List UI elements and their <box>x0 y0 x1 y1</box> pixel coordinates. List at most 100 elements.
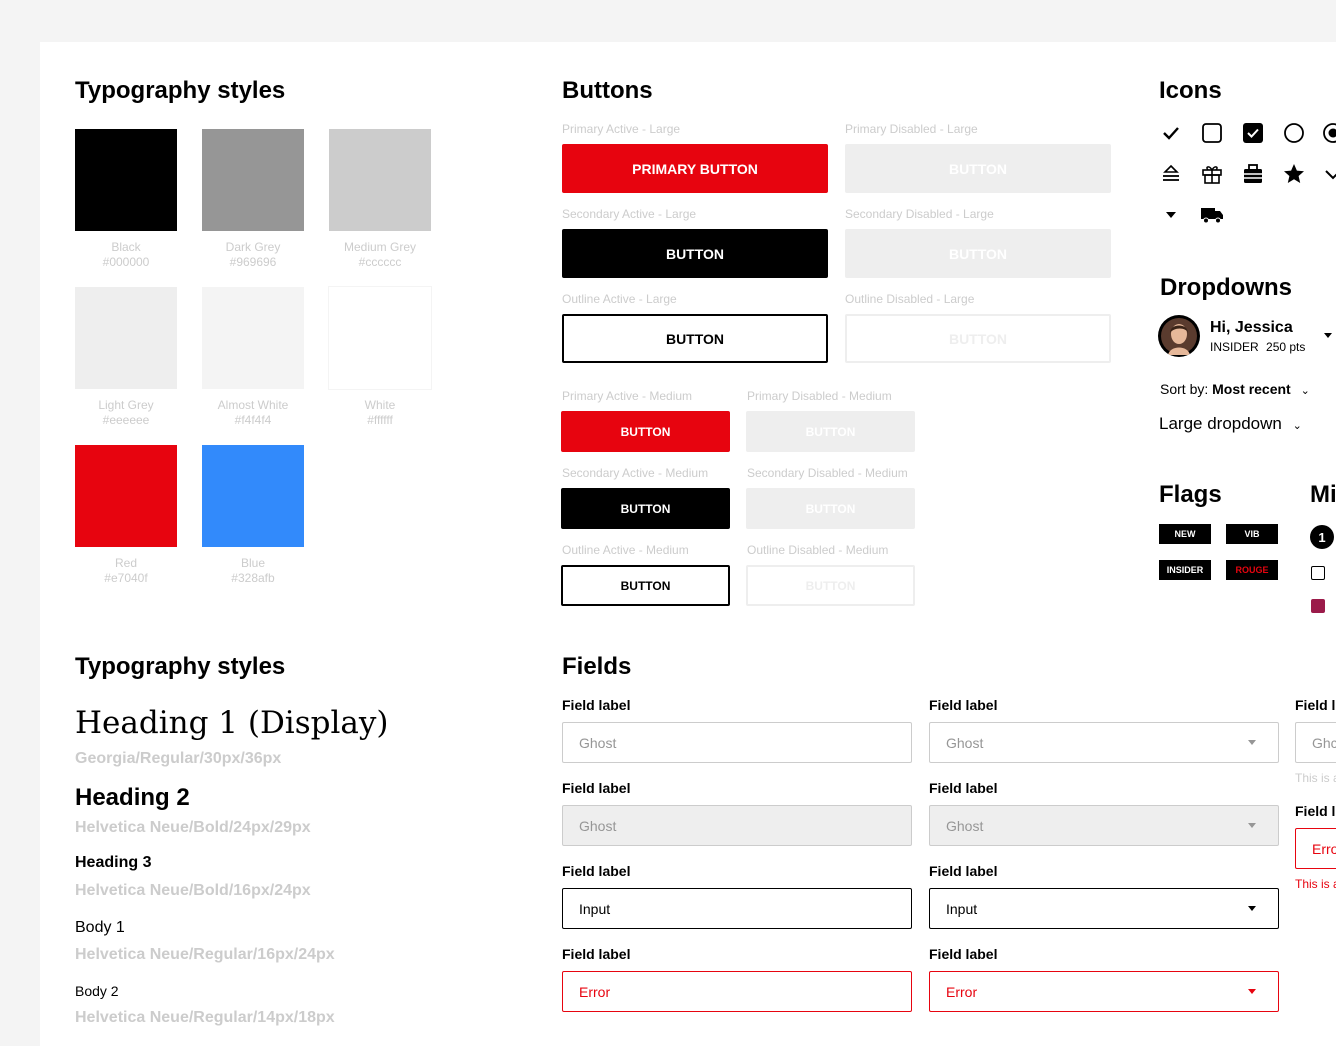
body-2-spec: Helvetica Neue/Regular/14px/18px <box>75 1009 335 1026</box>
user-tier: INSIDER <box>1210 340 1259 354</box>
field-value: Error <box>946 983 978 1000</box>
text-field-helper[interactable]: Ghc <box>1295 722 1336 763</box>
swatch-almost-white-label: Almost White #f4f4f4 <box>217 398 289 427</box>
body-2-sample: Body 2 <box>75 983 119 999</box>
swatch-blue-label: Blue #328afb <box>231 556 275 585</box>
select-field-input[interactable]: Input <box>929 888 1279 929</box>
chevron-down-icon <box>1320 161 1336 187</box>
colors-section-title: Typography styles <box>75 77 286 104</box>
color-swatch-icon <box>1311 599 1325 613</box>
field-value: Erro <box>1312 840 1336 857</box>
btn-caption-primary-active-medium: Primary Active - Medium <box>562 389 693 403</box>
outline-button-medium-disabled: BUTTON <box>746 565 915 606</box>
btn-caption-secondary-active-large: Secondary Active - Large <box>562 207 697 221</box>
body-1-spec: Helvetica Neue/Regular/16px/24px <box>75 946 335 963</box>
user-points: 250 pts <box>1266 340 1306 354</box>
field-error-text: This is a <box>1295 877 1336 891</box>
btn-caption-secondary-disabled-medium: Secondary Disabled - Medium <box>747 466 908 480</box>
typography-section-title: Typography styles <box>75 653 286 680</box>
checkbox-checked-icon[interactable] <box>1240 120 1266 146</box>
swatch-red-label: Red #e7040f <box>104 556 148 585</box>
outline-button-large[interactable]: BUTTON <box>562 314 828 363</box>
caret-down-icon <box>1248 823 1256 828</box>
btn-caption-primary-active-large: Primary Active - Large <box>562 122 681 136</box>
swatch-dark-grey-label: Dark Grey #969696 <box>225 240 281 269</box>
checkbox-small-icon[interactable] <box>1311 566 1325 580</box>
select-field-disabled: Ghost <box>929 805 1279 846</box>
field-label: Field label <box>562 697 631 713</box>
swatch-medium-grey <box>329 129 431 231</box>
secondary-button-large-disabled: BUTTON <box>845 229 1111 278</box>
field-label-partial: Field l <box>1295 697 1336 713</box>
caret-down-icon <box>1158 202 1184 228</box>
radio-selected-icon[interactable] <box>1320 120 1336 146</box>
heading-3-spec: Helvetica Neue/Bold/16px/24px <box>75 882 311 899</box>
flags-section-title: Flags <box>1159 481 1222 508</box>
heading-2-sample: Heading 2 <box>75 784 190 811</box>
chevron-down-icon: ⌄ <box>1300 385 1310 397</box>
text-field-error-helper[interactable]: Erro <box>1295 828 1336 869</box>
caret-down-icon <box>1248 989 1256 994</box>
field-label-partial: Field l <box>1295 803 1336 819</box>
chevron-down-icon: ⌄ <box>1292 420 1302 432</box>
filter-icon <box>1158 161 1184 187</box>
field-value: Ghost <box>946 734 984 751</box>
fields-section-title: Fields <box>562 653 632 680</box>
buttons-section-title: Buttons <box>562 77 653 104</box>
swatch-white-label: White #ffffff <box>364 398 396 427</box>
sort-dropdown[interactable]: Sort by: Most recent ⌄ <box>1160 381 1310 397</box>
btn-caption-secondary-disabled-large: Secondary Disabled - Large <box>845 207 994 221</box>
btn-caption-outline-disabled-large: Outline Disabled - Large <box>845 292 975 306</box>
body-1-sample: Body 1 <box>75 919 125 936</box>
text-field-input[interactable]: Input <box>562 888 912 929</box>
swatch-dark-grey <box>202 129 304 231</box>
checkbox-empty-icon[interactable] <box>1199 120 1225 146</box>
field-label: Field label <box>562 946 631 962</box>
secondary-button-medium[interactable]: BUTTON <box>561 488 730 529</box>
checkmark-icon <box>1158 120 1184 146</box>
swatch-light-grey-label: Light Grey #eeeeee <box>98 398 154 427</box>
flag-insider: INSIDER <box>1159 560 1211 580</box>
gift-icon <box>1199 161 1225 187</box>
user-dropdown[interactable]: Hi, Jessica INSIDER 250 pts <box>1158 315 1336 359</box>
primary-button-medium[interactable]: BUTTON <box>561 411 730 452</box>
swatch-light-grey <box>75 287 177 389</box>
briefcase-icon <box>1240 161 1266 187</box>
btn-caption-secondary-active-medium: Secondary Active - Medium <box>562 466 709 480</box>
large-dropdown-label: Large dropdown <box>1159 414 1282 433</box>
field-label: Field label <box>929 697 998 713</box>
flag-rouge: ROUGE <box>1226 560 1278 580</box>
outline-button-large-disabled: BUTTON <box>845 314 1111 363</box>
sort-value: Most recent <box>1212 381 1291 397</box>
field-helper-text: This is a <box>1295 771 1336 785</box>
secondary-button-large[interactable]: BUTTON <box>562 229 828 278</box>
select-field-ghost[interactable]: Ghost <box>929 722 1279 763</box>
star-icon <box>1281 161 1307 187</box>
field-label: Field label <box>929 946 998 962</box>
swatch-blue <box>202 445 304 547</box>
secondary-button-medium-disabled: BUTTON <box>746 488 915 529</box>
select-field-error[interactable]: Error <box>929 971 1279 1012</box>
misc-section-title: Mi <box>1310 481 1336 508</box>
truck-icon <box>1199 202 1225 228</box>
flag-vib: VIB <box>1226 524 1278 544</box>
outline-button-medium[interactable]: BUTTON <box>561 565 730 606</box>
primary-button-large[interactable]: PRIMARY BUTTON <box>562 144 828 193</box>
field-value: Ghost <box>579 817 617 834</box>
swatch-black-label: Black #000000 <box>102 240 150 269</box>
heading-3-sample: Heading 3 <box>75 854 152 871</box>
swatch-black <box>75 129 177 231</box>
dropdowns-section-title: Dropdowns <box>1160 274 1292 301</box>
primary-button-large-disabled: BUTTON <box>845 144 1111 193</box>
text-field-ghost[interactable]: Ghost <box>562 722 912 763</box>
field-label: Field label <box>929 780 998 796</box>
text-field-error[interactable]: Error <box>562 971 912 1012</box>
swatch-red <box>75 445 177 547</box>
field-value: Input <box>946 900 978 917</box>
radio-empty-icon[interactable] <box>1281 120 1307 146</box>
large-dropdown[interactable]: Large dropdown ⌄ <box>1159 414 1302 434</box>
field-label: Field label <box>562 863 631 879</box>
field-label: Field label <box>929 863 998 879</box>
icons-section-title: Icons <box>1159 77 1222 104</box>
sort-prefix: Sort by: <box>1160 381 1209 397</box>
